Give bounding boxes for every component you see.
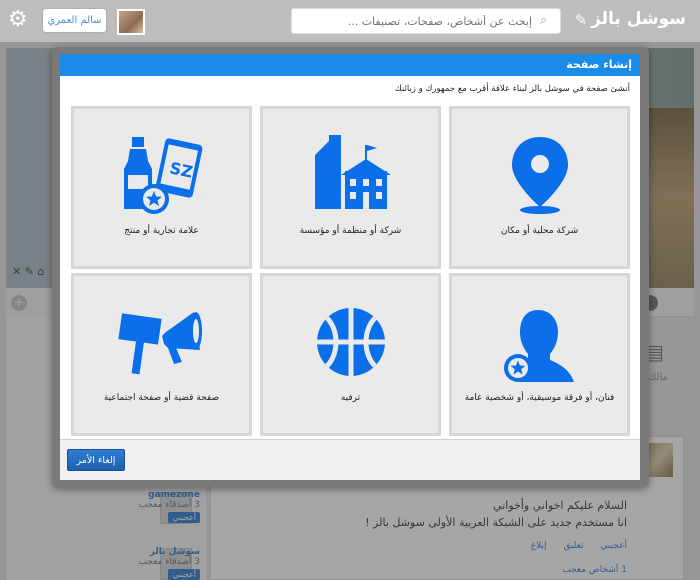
- search-input[interactable]: [291, 8, 561, 34]
- tile-label: علامة تجارية أو منتج: [124, 226, 199, 236]
- tile-local-business[interactable]: شركة محلية أو مكان: [449, 106, 630, 269]
- dialog-title: إنشاء صفحة: [60, 54, 640, 76]
- tile-entertainment[interactable]: ترفيه: [260, 273, 441, 436]
- tile-cause[interactable]: صفحة قضية أو صفحة اجتماعية: [71, 273, 252, 436]
- tile-label: صفحة قضية أو صفحة اجتماعية: [103, 393, 220, 403]
- dialog-footer: إلغاء الأمر: [60, 439, 640, 480]
- tile-label: ترفيه: [340, 393, 361, 403]
- create-page-dialog: إنشاء صفحة أنشئ صفحة في سوشل بالز لبناء …: [60, 54, 640, 480]
- basketball-icon: [316, 308, 385, 376]
- brand-product-icon: SZ: [123, 137, 202, 214]
- tile-company[interactable]: شركة أو منظمة أو مؤسسة: [260, 106, 441, 269]
- location-pin-icon: [511, 137, 568, 214]
- tile-label: شركة محلية أو مكان: [500, 226, 579, 236]
- cause-megaphone-icon: [117, 312, 202, 375]
- tile-brand-product[interactable]: SZ علامة تجارية أو منتج: [71, 106, 252, 269]
- tile-artist[interactable]: فنان، أو فرقة موسيقية، أو شخصية عامة: [449, 273, 630, 436]
- top-bar: سوشل بالز ✎ ⌕ سالم العمري ⚙: [0, 0, 700, 42]
- user-name-button[interactable]: سالم العمري: [43, 9, 106, 32]
- cancel-button[interactable]: إلغاء الأمر: [67, 449, 125, 471]
- dialog-subtitle: أنشئ صفحة في سوشل بالز لبناء علاقة أقرب …: [394, 84, 630, 94]
- gear-icon[interactable]: ⚙: [8, 9, 28, 31]
- artist-person-icon: [503, 310, 574, 382]
- avatar[interactable]: [117, 9, 145, 35]
- compose-icon[interactable]: ✎: [572, 12, 590, 28]
- building-icon: [314, 135, 391, 209]
- search-icon[interactable]: ⌕: [540, 13, 547, 28]
- tile-label: فنان، أو فرقة موسيقية، أو شخصية عامة: [464, 393, 615, 403]
- tile-label: شركة أو منظمة أو مؤسسة: [299, 226, 402, 236]
- brand-logo[interactable]: سوشل بالز: [591, 9, 686, 29]
